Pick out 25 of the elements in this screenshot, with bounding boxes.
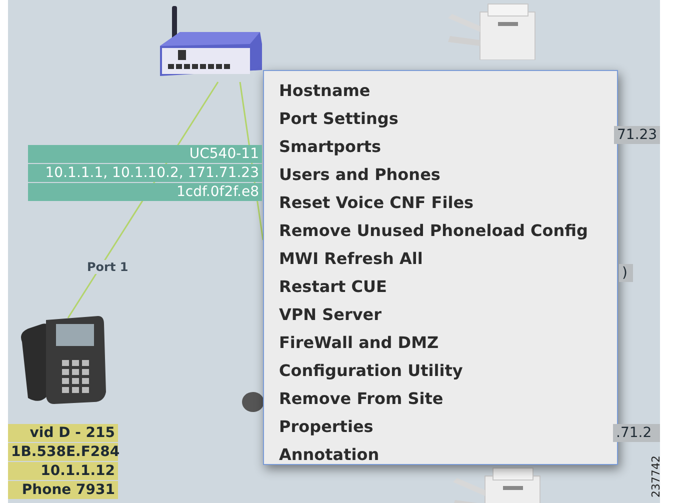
device-label: Phone 7931	[8, 481, 118, 499]
menu-item[interactable]: Smartports	[279, 133, 617, 161]
figure-number: 237742	[650, 456, 662, 498]
menu-item[interactable]: Annotation	[279, 441, 617, 469]
menu-item[interactable]: VPN Server	[279, 301, 617, 329]
device-label: UC540-11	[28, 145, 262, 163]
menu-item[interactable]: Configuration Utility	[279, 357, 617, 385]
device-label: .71.2	[613, 424, 660, 442]
menu-item[interactable]: Port Settings	[279, 105, 617, 133]
menu-item[interactable]: FireWall and DMZ	[279, 329, 617, 357]
menu-item[interactable]: Hostname	[279, 77, 617, 105]
device-label: vid D - 215	[8, 424, 118, 442]
device-label: 10.1.1.1, 10.1.10.2, 171.71.23	[28, 164, 262, 182]
device-label: )	[619, 264, 633, 282]
link-label: Port 1	[85, 260, 130, 274]
device-label: 71.23	[614, 126, 660, 144]
menu-item[interactable]: MWI Refresh All	[279, 245, 617, 273]
menu-item[interactable]: Reset Voice CNF Files	[279, 189, 617, 217]
menu-item[interactable]: Remove Unused Phoneload Config	[279, 217, 617, 245]
menu-item[interactable]: Restart CUE	[279, 273, 617, 301]
menu-item[interactable]: Remove From Site	[279, 385, 617, 413]
device-label: 1cdf.0f2f.e8	[28, 183, 262, 201]
device-label: 10.1.1.12	[8, 462, 118, 480]
device-label: 1B.538E.F284	[8, 443, 118, 461]
menu-item[interactable]: Users and Phones	[279, 161, 617, 189]
